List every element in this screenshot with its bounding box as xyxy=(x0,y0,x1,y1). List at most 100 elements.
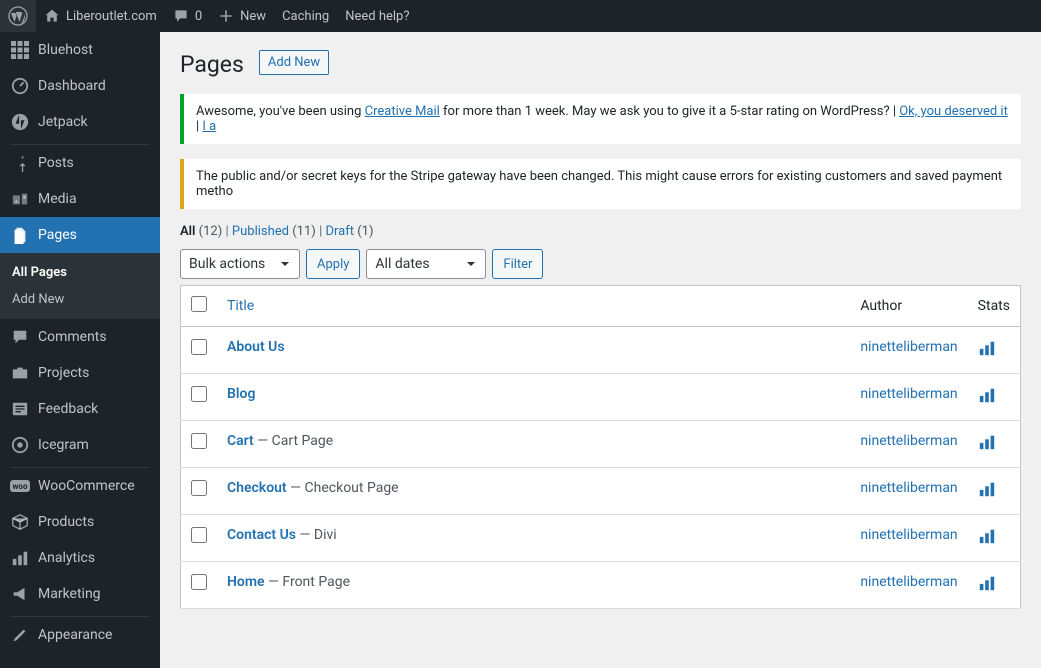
menu-label: Jetpack xyxy=(38,114,88,130)
page-title-link[interactable]: Home xyxy=(227,574,265,590)
help-link[interactable]: Need help? xyxy=(337,0,417,32)
menu-marketing[interactable]: Marketing xyxy=(0,576,160,612)
page-title-link[interactable]: Checkout xyxy=(227,480,287,496)
page-title-link[interactable]: Contact Us xyxy=(227,527,296,543)
table-row: About Us ninetteliberman xyxy=(181,327,1021,374)
bulk-actions-select[interactable]: Bulk actions xyxy=(180,249,300,279)
submenu-all-pages[interactable]: All Pages xyxy=(0,259,160,286)
apply-button[interactable]: Apply xyxy=(306,249,360,279)
menu-label: Media xyxy=(38,191,77,207)
author-column-header: Author xyxy=(850,286,967,327)
menu-label: Projects xyxy=(38,365,89,381)
author-link[interactable]: ninetteliberman xyxy=(860,339,957,355)
author-link[interactable]: ninetteliberman xyxy=(860,527,957,543)
menu-dashboard[interactable]: Dashboard xyxy=(0,68,160,104)
page-title-link[interactable]: Blog xyxy=(227,386,255,402)
home-icon xyxy=(44,8,60,24)
row-checkbox[interactable] xyxy=(191,480,207,496)
menu-appearance[interactable]: Appearance xyxy=(0,617,160,653)
menu-comments[interactable]: Comments xyxy=(0,319,160,355)
filter-button[interactable]: Filter xyxy=(492,249,543,279)
menu-feedback[interactable]: Feedback xyxy=(0,391,160,427)
site-link[interactable]: Liberoutlet.com xyxy=(36,0,165,32)
icegram-icon xyxy=(10,435,30,455)
notice-link-already[interactable]: I a xyxy=(202,119,216,134)
comment-icon xyxy=(173,8,189,24)
row-checkbox[interactable] xyxy=(191,574,207,590)
author-link[interactable]: ninetteliberman xyxy=(860,433,957,449)
wp-logo[interactable] xyxy=(0,0,36,32)
select-all-checkbox[interactable] xyxy=(191,296,207,312)
row-checkbox[interactable] xyxy=(191,527,207,543)
notice-text: for more than 1 week. May we ask you to … xyxy=(440,104,899,119)
submenu-add-new[interactable]: Add New xyxy=(0,286,160,313)
woocommerce-icon: woo xyxy=(10,476,30,496)
products-icon xyxy=(10,512,30,532)
plus-icon xyxy=(218,8,234,24)
page-title-link[interactable]: About Us xyxy=(227,339,285,355)
stats-icon[interactable] xyxy=(978,345,996,361)
menu-label: Comments xyxy=(38,329,107,345)
row-checkbox[interactable] xyxy=(191,433,207,449)
table-row: Blog ninetteliberman xyxy=(181,374,1021,421)
notice-stripe: The public and/or secret keys for the St… xyxy=(180,159,1021,209)
analytics-icon xyxy=(10,548,30,568)
page-title-link[interactable]: Cart xyxy=(227,433,254,449)
menu-media[interactable]: Media xyxy=(0,181,160,217)
portfolio-icon xyxy=(10,363,30,383)
content-area: Pages Add New Awesome, you've been using… xyxy=(160,32,1041,668)
new-link[interactable]: New xyxy=(210,0,274,32)
add-new-button[interactable]: Add New xyxy=(259,50,329,75)
view-draft[interactable]: Draft (1) xyxy=(325,224,373,239)
menu-analytics[interactable]: Analytics xyxy=(0,540,160,576)
stats-icon[interactable] xyxy=(978,580,996,596)
media-icon xyxy=(10,189,30,209)
stats-icon[interactable] xyxy=(978,486,996,502)
appearance-icon xyxy=(10,625,30,645)
menu-bluehost[interactable]: Bluehost xyxy=(0,32,160,68)
caching-link[interactable]: Caching xyxy=(274,0,337,32)
dates-select[interactable]: All dates xyxy=(366,249,486,279)
comment-icon xyxy=(10,327,30,347)
author-link[interactable]: ninetteliberman xyxy=(860,480,957,496)
menu-pages[interactable]: Pages xyxy=(0,217,160,253)
new-label: New xyxy=(240,9,266,24)
menu-label: Marketing xyxy=(38,586,101,602)
jetpack-icon xyxy=(10,112,30,132)
stats-column-header: Stats xyxy=(968,286,1021,327)
author-link[interactable]: ninetteliberman xyxy=(860,574,957,590)
title-column-header[interactable]: Title xyxy=(227,298,254,314)
menu-projects[interactable]: Projects xyxy=(0,355,160,391)
menu-label: Posts xyxy=(38,155,74,171)
menu-label: Products xyxy=(38,514,94,530)
row-checkbox[interactable] xyxy=(191,386,207,402)
sidebar: Bluehost Dashboard Jetpack Posts Media P… xyxy=(0,32,160,668)
notice-link-ok[interactable]: Ok, you deserved it xyxy=(899,104,1008,119)
stats-icon[interactable] xyxy=(978,439,996,455)
grid-icon xyxy=(10,40,30,60)
pages-table: Title Author Stats About Us ninetteliberm… xyxy=(180,285,1021,609)
marketing-icon xyxy=(10,584,30,604)
menu-label: Pages xyxy=(38,227,77,243)
menu-icegram[interactable]: Icegram xyxy=(0,427,160,463)
view-published[interactable]: Published (11) xyxy=(232,224,316,239)
author-link[interactable]: ninetteliberman xyxy=(860,386,957,402)
stats-icon[interactable] xyxy=(978,533,996,549)
menu-jetpack[interactable]: Jetpack xyxy=(0,104,160,140)
stats-icon[interactable] xyxy=(978,392,996,408)
table-row: Checkout — Checkout Pageninetteliberman xyxy=(181,468,1021,515)
comments-count: 0 xyxy=(195,9,202,24)
notice-link-creative-mail[interactable]: Creative Mail xyxy=(365,104,440,119)
comments-link[interactable]: 0 xyxy=(165,0,210,32)
menu-woocommerce[interactable]: woo WooCommerce xyxy=(0,468,160,504)
menu-posts[interactable]: Posts xyxy=(0,145,160,181)
page-suffix: — Front Page xyxy=(265,574,350,590)
menu-products[interactable]: Products xyxy=(0,504,160,540)
dashboard-icon xyxy=(10,76,30,96)
row-checkbox[interactable] xyxy=(191,339,207,355)
menu-label: WooCommerce xyxy=(38,478,135,494)
view-all[interactable]: All (12) xyxy=(180,224,222,239)
notice-text: Awesome, you've been using xyxy=(196,104,365,119)
menu-label: Bluehost xyxy=(38,42,93,58)
wordpress-icon xyxy=(8,6,28,26)
